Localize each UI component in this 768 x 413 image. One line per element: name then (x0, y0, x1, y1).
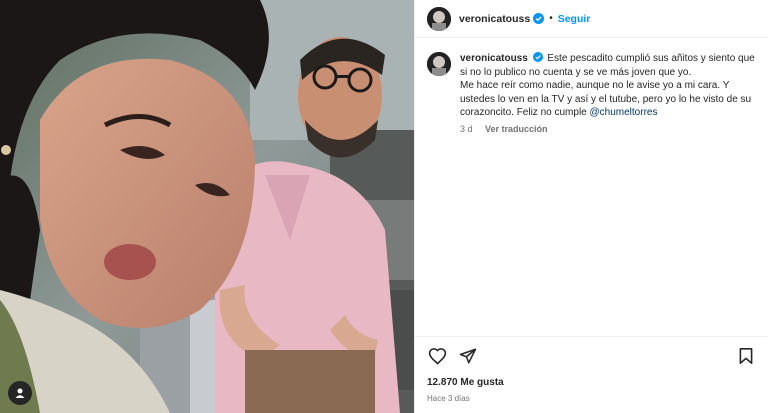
heart-icon[interactable] (427, 346, 447, 366)
header-username[interactable]: veronicatouss (459, 13, 530, 25)
divider (415, 336, 768, 337)
caption-username[interactable]: veronicatouss (460, 53, 528, 64)
caption: veronicatouss Este pescadito cumplió sus… (427, 52, 761, 136)
post-sidebar: veronicatouss • Seguir veronicatouss Est… (414, 0, 768, 413)
post-photo[interactable] (0, 0, 414, 413)
post-time-ago: Hace 3 días (427, 394, 470, 403)
mention-link[interactable]: @chumeltorres (590, 107, 658, 118)
caption-meta: 3 d Ver traducción (460, 123, 761, 137)
see-translation-button[interactable]: Ver traducción (485, 124, 548, 134)
verified-badge-icon (533, 13, 545, 24)
likes-count[interactable]: 12.870 Me gusta (427, 377, 504, 388)
separator-dot: • (549, 13, 553, 24)
follow-button[interactable]: Seguir (558, 13, 591, 25)
user-tag-icon[interactable] (8, 381, 32, 405)
caption-body: veronicatouss Este pescadito cumplió sus… (460, 52, 761, 136)
post-header: veronicatouss • Seguir (415, 0, 768, 38)
caption-avatar[interactable] (427, 52, 451, 76)
avatar[interactable] (427, 6, 451, 31)
comment-age: 3 d (460, 123, 473, 134)
action-bar (427, 345, 768, 367)
verified-badge-icon (532, 52, 543, 62)
bookmark-icon[interactable] (736, 346, 756, 366)
post-image (0, 0, 414, 413)
paper-plane-icon[interactable] (458, 346, 478, 366)
